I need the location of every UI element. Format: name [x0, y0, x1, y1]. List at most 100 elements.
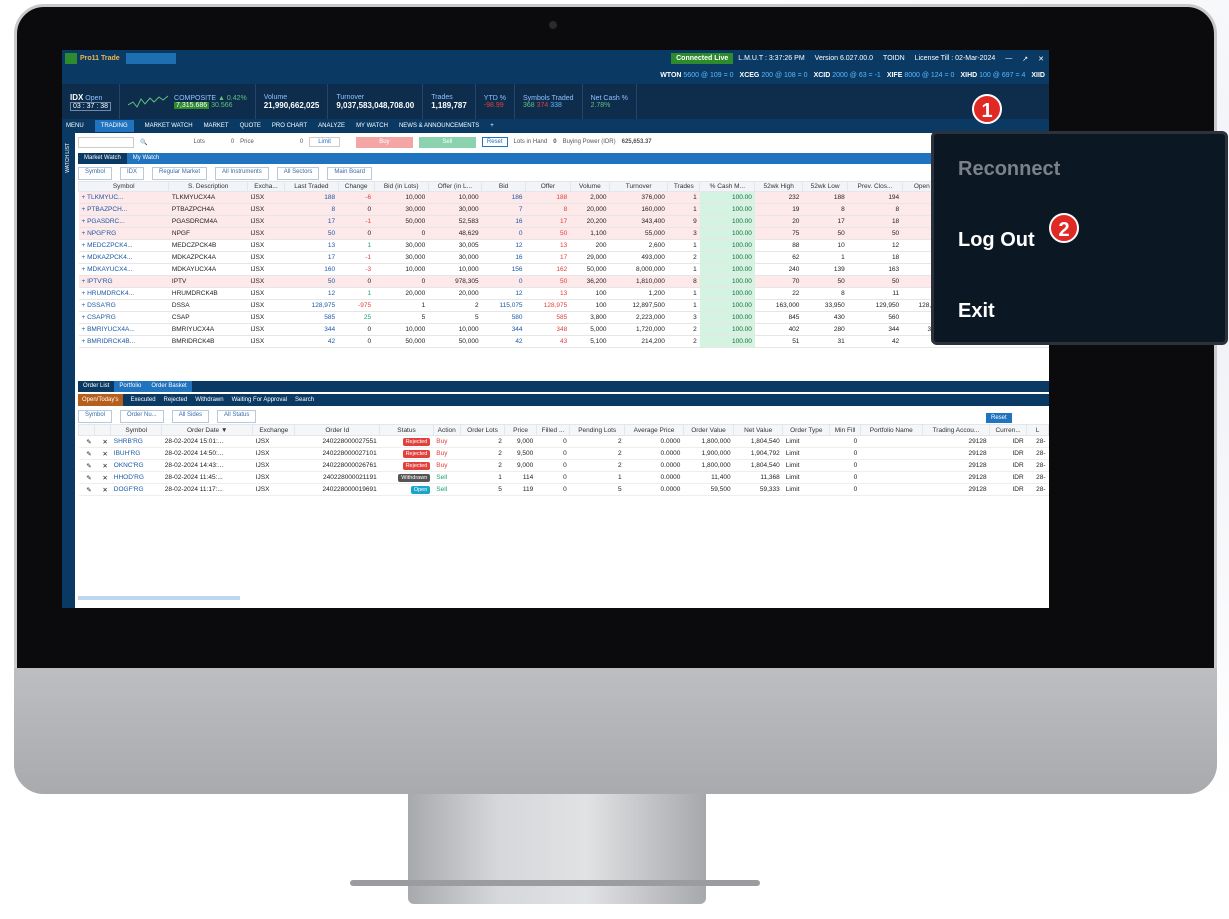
column-header[interactable]: Price: [504, 424, 537, 436]
table-row[interactable]: + CSAP'RG CSAP IJSX 585 25 5 5 580 585 3,800 2,223…: [78, 311, 1049, 324]
order-row[interactable]: ✎ ✕ SHRB'RG 28-02-2024 15:01:... IJSX 2402280…: [78, 435, 1049, 448]
column-header[interactable]: [94, 424, 112, 436]
table-row[interactable]: + IPTV'RG IPTV IJSX 50 0 0 978,305 0 50 36,200 1,8…: [78, 275, 1049, 288]
table-row[interactable]: + MEDCZPCK4... MEDCZPCK4B IJSX 13 1 30,000 30,…: [78, 239, 1049, 252]
menu-item[interactable]: MARKET WATCH: [145, 123, 193, 129]
price-input[interactable]: 0: [300, 139, 303, 145]
reset-button[interactable]: Reset: [481, 137, 508, 147]
cancel-icon[interactable]: ✕: [94, 471, 111, 484]
symbol-input[interactable]: [78, 136, 134, 148]
column-header[interactable]: Order Id: [294, 424, 381, 436]
edit-icon[interactable]: ✎: [78, 435, 95, 448]
account-select[interactable]: [125, 53, 176, 64]
column-header[interactable]: S. Description: [168, 181, 248, 192]
table-row[interactable]: + DSSA'RG DSSA IJSX 128,975 -975 1 2 115,075 128…: [78, 299, 1049, 312]
order-reset-button[interactable]: Reset: [986, 413, 1012, 423]
bottom-tab[interactable]: Order List: [78, 381, 114, 392]
table-row[interactable]: + NPGF'RG NPGF IJSX 50 0 0 48,629 0 50 1,100 55,00…: [78, 227, 1049, 240]
order-row[interactable]: ✎ ✕ DOGF'RG 28-02-2024 11:17:... IJSX 2402280…: [78, 483, 1049, 496]
column-header[interactable]: Order Lots: [459, 424, 506, 436]
edit-icon[interactable]: ✎: [78, 471, 95, 484]
search-icon[interactable]: 🔍: [140, 139, 147, 146]
edit-icon[interactable]: ✎: [78, 447, 95, 460]
column-header[interactable]: Order Date ▼: [161, 424, 254, 436]
edit-icon[interactable]: ✎: [78, 459, 95, 472]
cancel-icon[interactable]: ✕: [94, 435, 111, 448]
menu-item[interactable]: MARKET: [204, 123, 229, 129]
filter-dropdown[interactable]: IDX: [120, 167, 145, 180]
menu-item[interactable]: ANALYZE: [318, 123, 345, 129]
order-type-select[interactable]: Limit: [309, 137, 340, 147]
table-row[interactable]: + PTBAZPCH... PTBAZPCH4A IJSX 8 0 30,000 30,00…: [78, 203, 1049, 216]
order-subtab[interactable]: Executed: [131, 397, 156, 403]
table-row[interactable]: + BMRIDRCK4B... BMRIDRCK4B IJSX 42 0 50,000 50…: [78, 335, 1049, 348]
table-row[interactable]: + BMRIYUCX4A... BMRIYUCX4A IJSX 344 0 10,000 1…: [78, 323, 1049, 336]
menu-item[interactable]: PRO CHART: [272, 123, 307, 129]
add-icon[interactable]: +: [490, 123, 494, 129]
table-row[interactable]: + TLKMYUC... TLKMYUCX4A IJSX 188 -6 10,000 10,…: [78, 191, 1049, 204]
column-header[interactable]: % Cash M...: [699, 181, 756, 192]
column-header[interactable]: Trading Accou...: [921, 424, 991, 436]
column-header[interactable]: Last Traded: [284, 181, 339, 192]
column-header[interactable]: Pending Lots: [569, 424, 626, 436]
order-subtab[interactable]: Withdrawn: [195, 397, 223, 403]
cancel-icon[interactable]: ✕: [94, 447, 111, 460]
tab-market-watch[interactable]: Market Watch: [78, 153, 127, 164]
table-row[interactable]: + MDKAZPCK4... MDKAZPCK4A IJSX 17 -1 30,000 30…: [78, 251, 1049, 264]
menu-item[interactable]: TRADING: [94, 120, 134, 132]
menu-item[interactable]: NEWS & ANNOUNCEMENTS: [399, 123, 479, 129]
filter-dropdown[interactable]: Regular Market: [152, 167, 208, 180]
tab-my-watch[interactable]: My Watch: [127, 153, 165, 164]
column-header[interactable]: Curren...: [989, 424, 1028, 436]
table-row[interactable]: + HRUMDRCK4... HRUMDRCK4B IJSX 12 1 20,000 20,…: [78, 287, 1049, 300]
cancel-icon[interactable]: ✕: [94, 459, 111, 472]
column-header[interactable]: Offer (in L...: [427, 181, 483, 192]
column-header[interactable]: Status: [379, 424, 434, 436]
column-header[interactable]: Symbol: [77, 181, 170, 192]
close-icon[interactable]: ✕: [1033, 55, 1049, 63]
order-subtab[interactable]: Rejected: [164, 397, 188, 403]
column-header[interactable]: Portfolio Name: [859, 424, 923, 436]
buy-button[interactable]: Buy: [355, 136, 413, 148]
order-filter[interactable]: All Status: [217, 410, 257, 423]
column-header[interactable]: Turnover: [608, 181, 669, 192]
table-row[interactable]: + PGASDRC... PGASDRCM4A IJSX 17 -1 50,000 52,5…: [78, 215, 1049, 228]
menu-item[interactable]: MY WATCH: [356, 123, 388, 129]
order-row[interactable]: ✎ ✕ HHOD'RG 28-02-2024 11:45:... IJSX 2402280…: [78, 471, 1049, 484]
minimize-icon[interactable]: —: [1000, 55, 1017, 62]
sell-button[interactable]: Sell: [418, 136, 476, 148]
order-filter[interactable]: All Sides: [171, 410, 210, 423]
column-header[interactable]: Volume: [569, 181, 610, 192]
column-header[interactable]: Average Price: [624, 424, 684, 436]
column-header[interactable]: L: [1026, 424, 1049, 436]
column-header[interactable]: Bid (in Lots): [373, 181, 429, 192]
maximize-icon[interactable]: ↗: [1017, 55, 1033, 63]
filter-dropdown[interactable]: Main Board: [327, 167, 373, 180]
column-header[interactable]: 52wk High: [754, 181, 803, 192]
column-header[interactable]: Excha...: [246, 181, 286, 192]
column-header[interactable]: Net Value: [733, 424, 784, 436]
reconnect-menu-item[interactable]: Reconnect: [958, 134, 1225, 205]
logout-menu-item[interactable]: Log Out: [958, 205, 1225, 276]
order-subtab[interactable]: Search: [295, 397, 314, 403]
edit-icon[interactable]: ✎: [78, 483, 95, 496]
menu-item[interactable]: QUOTE: [240, 123, 261, 129]
menu-item[interactable]: MENU: [66, 123, 84, 129]
filter-dropdown[interactable]: Symbol: [78, 167, 113, 180]
bottom-tab[interactable]: Portfolio: [114, 381, 147, 392]
column-header[interactable]: Min Fill: [829, 424, 861, 436]
exit-menu-item[interactable]: Exit: [958, 276, 1225, 347]
column-header[interactable]: Exchange: [252, 424, 296, 436]
column-header[interactable]: Symbol: [110, 424, 163, 436]
filter-dropdown[interactable]: All Instruments: [215, 167, 269, 180]
cancel-icon[interactable]: ✕: [94, 483, 111, 496]
column-header[interactable]: [77, 424, 96, 436]
column-header[interactable]: Prev. Clos...: [847, 181, 903, 192]
bottom-tab[interactable]: Order Basket: [146, 381, 192, 392]
order-row[interactable]: ✎ ✕ OKNC'RG 28-02-2024 14:43:... IJSX 2402280…: [78, 459, 1049, 472]
order-subtab[interactable]: Waiting For Approval: [232, 397, 287, 403]
filter-dropdown[interactable]: All Sectors: [276, 167, 320, 180]
column-header[interactable]: Order Value: [682, 424, 735, 436]
column-header[interactable]: Filled ...: [535, 424, 571, 436]
order-filter[interactable]: Order Nu...: [120, 410, 164, 423]
